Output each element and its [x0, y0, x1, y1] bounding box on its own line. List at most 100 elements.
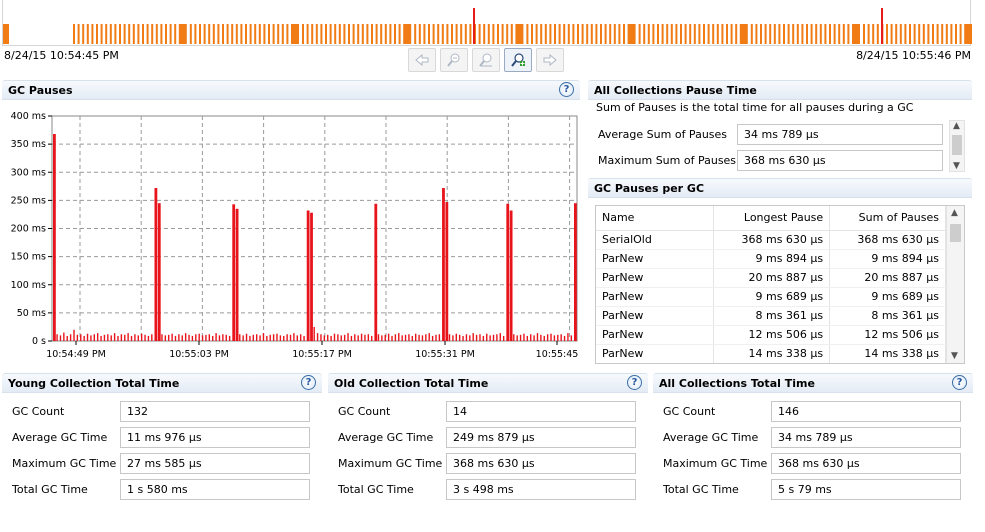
table-row[interactable]: ParNew 12 ms 506 µs 12 ms 506 µs	[596, 325, 946, 345]
gc-pause-bar	[245, 333, 248, 341]
field-label: Total GC Time	[12, 483, 88, 496]
help-icon[interactable]: ?	[952, 375, 967, 390]
gc-pause-bar	[225, 334, 227, 341]
cell-name: SerialOld	[596, 230, 715, 250]
scroll-up-icon[interactable]: ▲	[953, 121, 960, 131]
timeline-tick	[945, 24, 948, 44]
timeline-tick	[661, 24, 664, 44]
timeline-tick	[338, 24, 341, 44]
timeline-tick	[315, 24, 318, 44]
timeline-tick	[384, 24, 387, 44]
x-tick-label: 10:55:31 PM	[415, 349, 475, 360]
table-scrollbar[interactable]: ▲ ▼	[946, 206, 964, 363]
timeline-tick	[609, 24, 612, 44]
field-value[interactable]: 3 s 498 ms	[446, 479, 636, 500]
scroll-down-icon[interactable]: ▼	[951, 351, 958, 361]
scroll-thumb[interactable]	[952, 135, 962, 155]
field-value[interactable]: 1 s 580 ms	[120, 479, 310, 500]
forward-button[interactable]	[536, 48, 564, 72]
timeline-tick	[114, 24, 117, 44]
field-value[interactable]: 132	[120, 401, 310, 422]
timeline-tick	[680, 24, 682, 44]
gc-pause-bar	[414, 333, 417, 341]
field-value[interactable]: 146	[771, 401, 961, 422]
timeline-tick	[623, 24, 625, 44]
timeline-tick	[483, 24, 486, 44]
gc-pause-bar	[296, 335, 298, 341]
field-value[interactable]: 249 ms 879 µs	[446, 427, 636, 448]
scroll-down-icon[interactable]: ▼	[953, 161, 960, 171]
timeline-tick	[329, 24, 332, 44]
panel-title: GC Pauses	[8, 83, 73, 97]
gc-pause-bar	[408, 334, 410, 341]
back-button[interactable]	[408, 48, 436, 72]
timeline-tick	[941, 24, 944, 44]
gc-pause-bar	[391, 335, 393, 341]
column-header-longest-pause[interactable]: Longest Pause	[713, 206, 831, 231]
timeline-tick	[178, 24, 187, 44]
gc-pause-bar	[546, 334, 549, 341]
x-tick-label: 10:55:45	[536, 349, 579, 360]
cell-longest-pause: 368 ms 630 µs	[713, 230, 831, 250]
gc-pause-bar	[560, 334, 562, 341]
timeline-tick	[86, 24, 89, 44]
timeline-tick	[899, 24, 902, 44]
timeline-overview[interactable]	[2, 0, 972, 46]
scroll-up-icon[interactable]: ▲	[951, 208, 958, 218]
pause-scrollbar[interactable]: ▲ ▼	[949, 120, 965, 172]
gc-pause-bar	[279, 335, 282, 341]
table-row[interactable]: ParNew 8 ms 361 µs 8 ms 361 µs	[596, 306, 946, 326]
timeline-bars	[3, 8, 972, 44]
zoom-reset-button[interactable]	[472, 48, 500, 72]
column-header-sum-of-pauses[interactable]: Sum of Pauses	[829, 206, 946, 231]
maximum-sum-field[interactable]: 368 ms 630 µs	[737, 150, 943, 171]
timeline-tick	[272, 24, 275, 44]
table-row[interactable]: ParNew 14 ms 338 µs 14 ms 338 µs	[596, 344, 946, 363]
help-icon[interactable]: ?	[559, 82, 574, 97]
timeline-tick	[824, 24, 827, 44]
gc-pause-bar	[540, 334, 542, 341]
timeline-tick	[726, 24, 728, 44]
field-value[interactable]: 14	[446, 401, 636, 422]
gc-pause-bar	[381, 335, 383, 341]
table-row[interactable]: ParNew 9 ms 894 µs 9 ms 894 µs	[596, 249, 946, 269]
gc-pause-bar	[367, 334, 370, 341]
field-value[interactable]: 368 ms 630 µs	[771, 453, 961, 474]
column-header-name[interactable]: Name	[596, 206, 715, 231]
table-row[interactable]: ParNew 20 ms 887 µs 20 ms 887 µs	[596, 268, 946, 288]
gc-pause-bar	[445, 202, 449, 341]
field-value[interactable]: 27 ms 585 µs	[120, 453, 310, 474]
gc-pause-bar	[492, 334, 495, 341]
field-value[interactable]: 34 ms 789 µs	[771, 427, 961, 448]
cell-name: ParNew	[596, 287, 715, 307]
gc-pause-bar	[455, 333, 457, 341]
gc-pause-bar	[337, 334, 339, 341]
scroll-thumb[interactable]	[950, 224, 961, 242]
cell-name: ParNew	[596, 268, 715, 288]
field-value[interactable]: 11 ms 976 µs	[120, 427, 310, 448]
gc-pauses-per-gc-table[interactable]: Name Longest Pause Sum of Pauses SerialO…	[595, 205, 965, 364]
gc-pause-bar	[435, 334, 437, 341]
gc-pause-bar	[201, 335, 204, 341]
zoom-in-icon	[511, 53, 525, 67]
help-icon[interactable]: ?	[301, 375, 316, 390]
field-value[interactable]: 368 ms 630 µs	[446, 453, 636, 474]
timeline-tick	[302, 24, 304, 44]
timeline-tick	[249, 24, 252, 44]
gc-pause-bar	[69, 334, 72, 341]
table-row[interactable]: ParNew 9 ms 689 µs 9 ms 689 µs	[596, 287, 946, 307]
gc-pause-bar	[347, 333, 349, 341]
y-tick-label: 100 ms	[11, 280, 46, 291]
timeline-tick	[510, 24, 513, 44]
all-collections-pause-header: All Collections Pause Time	[588, 80, 972, 100]
zoom-in-button[interactable]	[504, 48, 532, 72]
gc-pause-bar	[343, 334, 346, 341]
table-row[interactable]: SerialOld 368 ms 630 µs 368 ms 630 µs	[596, 230, 946, 250]
field-value[interactable]: 5 s 79 ms	[771, 479, 961, 500]
help-icon[interactable]: ?	[627, 375, 642, 390]
zoom-out-button[interactable]	[440, 48, 468, 72]
gc-pause-bar	[567, 333, 569, 341]
average-sum-field[interactable]: 34 ms 789 µs	[737, 124, 943, 145]
cell-sum-of-pauses: 9 ms 894 µs	[829, 249, 946, 269]
timeline-tick	[707, 24, 710, 44]
